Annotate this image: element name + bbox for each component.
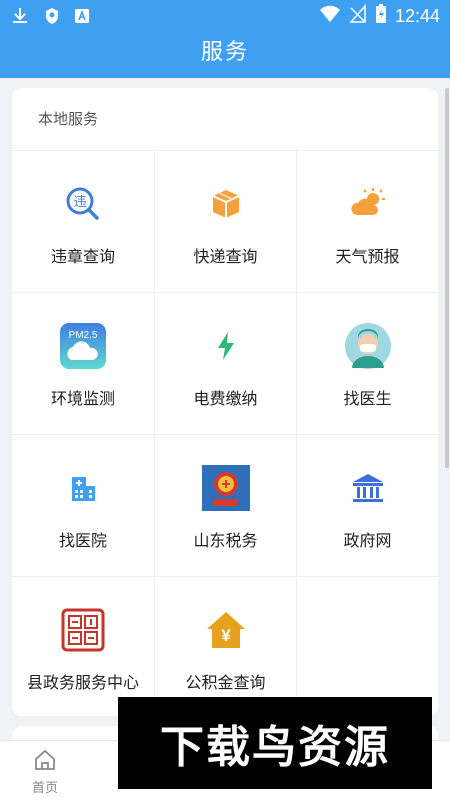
violation-search-icon: 违 [58,179,108,229]
svg-text:违: 违 [73,195,86,210]
pm25-icon: PM2.5 [58,321,108,371]
service-label: 找医生 [343,389,392,408]
nav-home[interactable]: 首页 [0,741,90,800]
service-county-affairs-center[interactable]: 县政务服务中心 [12,576,154,716]
lightning-icon [201,321,251,371]
service-environment[interactable]: PM2.5 环境监测 [12,292,154,434]
hospital-icon [58,463,108,513]
title-bar: 服务 [0,32,450,78]
status-bar: 12:44 [0,0,450,32]
service-housing-fund[interactable]: ¥ 公积金查询 [154,576,296,716]
service-label: 找医院 [58,531,107,550]
download-icon [10,6,30,30]
service-weather[interactable]: 天气预报 [296,150,438,292]
svg-text:PM2.5: PM2.5 [69,330,98,341]
watermark-text: 下载鸟资源 [160,722,390,773]
status-left-icons [10,6,90,30]
service-violation-search[interactable]: 违 违章查询 [12,150,154,292]
shield-icon [44,7,60,29]
section-title: 本地服务 [38,110,99,128]
watermark-overlay: 下载鸟资源 [118,697,432,789]
service-label: 违章查询 [50,247,115,266]
housing-fund-icon: ¥ [201,605,251,655]
service-find-hospital[interactable]: 找医院 [12,434,154,576]
service-label: 天气预报 [335,247,400,266]
service-express-search[interactable]: 快递查询 [154,150,296,292]
svg-text:¥: ¥ [221,626,231,645]
empty-cell [296,576,438,716]
service-government-site[interactable]: 政府网 [296,434,438,576]
service-label: 电费缴纳 [193,389,258,408]
service-label: 环境监测 [50,389,115,408]
battery-charging-icon [375,4,387,28]
status-right-icons: 12:44 [319,4,440,28]
nav-label: 首页 [31,781,58,796]
status-time: 12:44 [394,5,440,26]
service-label: 县政务服务中心 [26,673,139,692]
government-building-icon [343,463,393,513]
service-label: 快递查询 [193,247,258,266]
package-icon [201,179,251,229]
doctor-avatar-icon [343,321,393,371]
service-label: 公积金查询 [185,673,266,692]
weather-icon [343,179,393,229]
service-label: 政府网 [343,531,392,550]
no-signal-icon [349,4,367,28]
service-electricity-bill[interactable]: 电费缴纳 [154,292,296,434]
home-icon [32,747,58,773]
wifi-icon [319,4,341,28]
page-title: 服务 [200,40,249,65]
app-a-icon [74,8,90,28]
seal-stamp-icon [58,605,108,655]
service-shandong-tax[interactable]: 山东税务 [154,434,296,576]
service-label: 山东税务 [193,531,258,550]
services-grid: 违 违章查询 快递查询 天气预报 PM2.5 环境监测 电费缴纳 找医生 找医院… [12,150,438,716]
tax-emblem-icon [201,463,251,513]
scrollbar[interactable] [445,88,449,468]
service-find-doctor[interactable]: 找医生 [296,292,438,434]
local-services-card: 本地服务 违 违章查询 快递查询 天气预报 PM2.5 环境监测 电费缴纳 找医… [12,88,438,716]
